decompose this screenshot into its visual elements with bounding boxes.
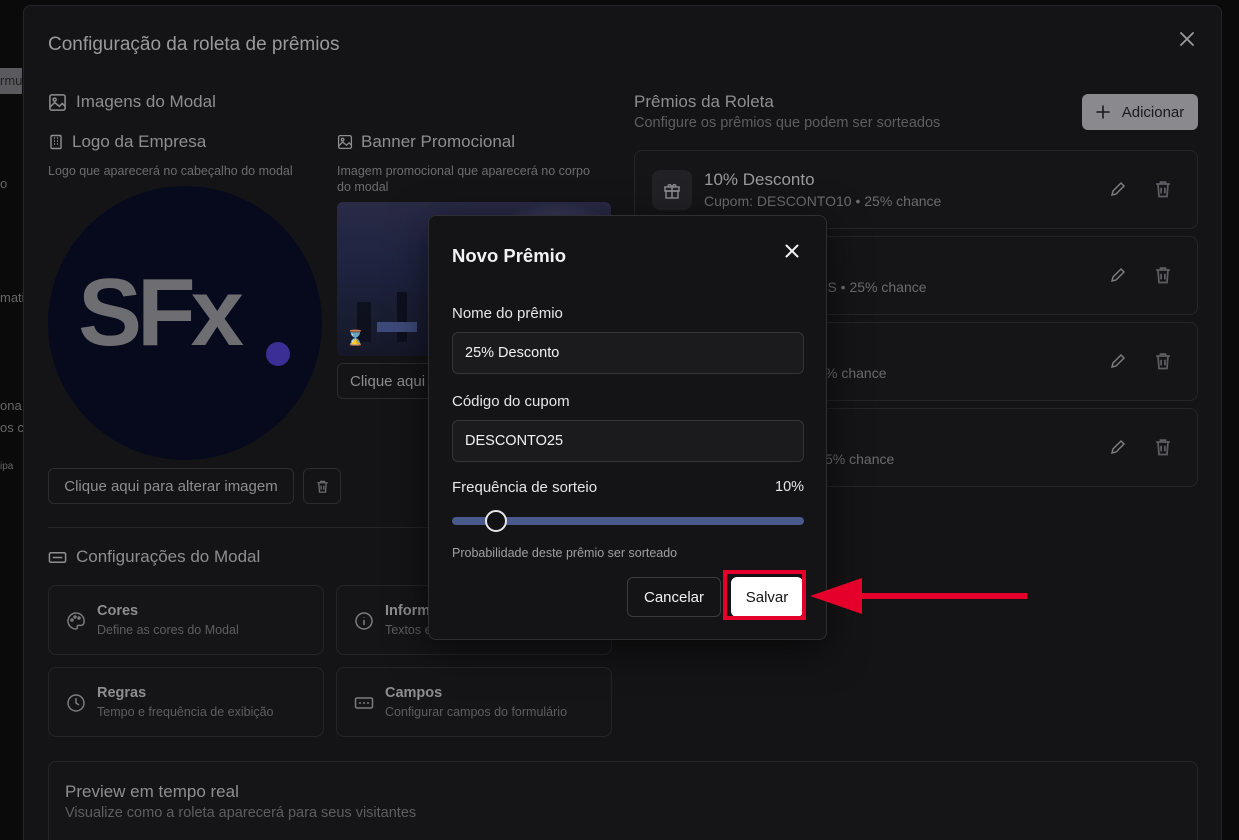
trash-icon[interactable] <box>1153 265 1173 285</box>
bg-fragment: mati <box>0 290 25 305</box>
card-subtitle: Define as cores do Modal <box>97 623 239 637</box>
frequency-value: 10% <box>775 479 805 495</box>
card-subtitle: Textos e <box>385 623 432 637</box>
close-icon[interactable] <box>781 240 803 262</box>
change-logo-button[interactable]: Clique aqui para alterar imagem <box>48 468 294 504</box>
logo-text: SFx <box>78 259 244 366</box>
prize-detail: 5% chance <box>825 451 895 467</box>
prize-name-input[interactable] <box>452 332 804 374</box>
config-card-campos[interactable]: Campos Configurar campos do formulário <box>336 667 612 737</box>
pointer-arrow-icon <box>810 578 1027 614</box>
card-title: Inform <box>385 603 431 619</box>
images-section-title: Imagens do Modal <box>48 92 216 112</box>
close-icon[interactable] <box>1176 28 1198 50</box>
save-highlight-box <box>723 570 806 620</box>
trash-icon[interactable] <box>1153 437 1173 457</box>
info-icon <box>355 612 373 630</box>
bg-fragment: ipa <box>0 461 14 472</box>
add-prize-button[interactable]: Adicionar <box>1082 94 1198 130</box>
change-banner-button[interactable]: Clique aqui <box>337 363 437 399</box>
preview-title: Preview em tempo real <box>65 782 239 801</box>
config-card-regras[interactable]: Regras Tempo e frequência de exibição <box>48 667 324 737</box>
coupon-code-input[interactable] <box>452 420 804 462</box>
logo-dot <box>266 342 290 366</box>
prize-detail: Cupom: DESCONTO10 • 25% chance <box>704 193 942 209</box>
prize-name: 10% Desconto <box>704 170 815 189</box>
clock-icon <box>67 694 85 712</box>
gift-icon <box>652 170 692 210</box>
keyboard-icon <box>48 551 67 563</box>
prize-detail: % chance <box>825 365 887 381</box>
company-logo: SFx <box>48 186 322 460</box>
config-section-title: Configurações do Modal <box>48 547 260 567</box>
frequency-hint: Probabilidade deste prêmio ser sorteado <box>452 546 678 560</box>
frequency-slider-handle[interactable] <box>485 510 507 532</box>
coupon-code-label: Código do cupom <box>452 393 570 410</box>
bg-fragment: rmul <box>0 68 22 94</box>
edit-icon[interactable] <box>1108 351 1128 371</box>
plus-icon <box>1095 105 1110 119</box>
hourglass-icon: ⌛ <box>346 330 365 347</box>
config-card-cores[interactable]: Cores Define as cores do Modal <box>48 585 324 655</box>
prizes-section-title: Prêmios da Roleta <box>634 92 774 111</box>
frequency-label: Frequência de sorteio <box>452 479 598 496</box>
trash-icon <box>316 480 328 493</box>
dialog-title: Novo Prêmio <box>452 245 567 266</box>
modal-title: Configuração da roleta de prêmios <box>48 34 340 55</box>
logo-section-title: Logo da Empresa <box>48 132 206 152</box>
card-title: Campos <box>385 685 443 701</box>
banner-description: Imagem promocional que aparecerá no corp… <box>337 164 590 194</box>
edit-icon[interactable] <box>1108 265 1128 285</box>
card-title: Cores <box>97 603 139 619</box>
edit-icon[interactable] <box>1108 179 1128 199</box>
form-icon <box>354 697 374 709</box>
preview-panel: Preview em tempo real Visualize como a r… <box>48 761 1198 840</box>
prize-name-label: Nome do prêmio <box>452 305 563 322</box>
palette-icon <box>67 612 85 630</box>
logo-description: Logo que aparecerá no cabeçalho do modal <box>48 164 293 178</box>
building-icon <box>50 134 62 150</box>
image-icon <box>337 134 353 150</box>
cancel-button[interactable]: Cancelar <box>627 577 721 617</box>
card-subtitle: Tempo e frequência de exibição <box>97 705 274 719</box>
edit-icon[interactable] <box>1108 437 1128 457</box>
trash-icon[interactable] <box>1153 179 1173 199</box>
prize-detail: TIS • 25% chance <box>815 279 927 295</box>
bg-fragment: os c <box>0 420 24 435</box>
image-icon <box>49 93 66 111</box>
prizes-section-subtitle: Configure os prêmios que podem ser sorte… <box>634 115 941 131</box>
bg-fragment: o <box>0 176 8 191</box>
banner-section-title: Banner Promocional <box>337 132 515 152</box>
card-subtitle: Configurar campos do formulário <box>385 705 568 719</box>
bg-fragment: ona <box>0 398 22 413</box>
trash-icon[interactable] <box>1153 351 1173 371</box>
delete-logo-button[interactable] <box>303 468 341 504</box>
card-title: Regras <box>97 685 147 701</box>
preview-subtitle: Visualize como a roleta aparecerá para s… <box>65 805 417 821</box>
